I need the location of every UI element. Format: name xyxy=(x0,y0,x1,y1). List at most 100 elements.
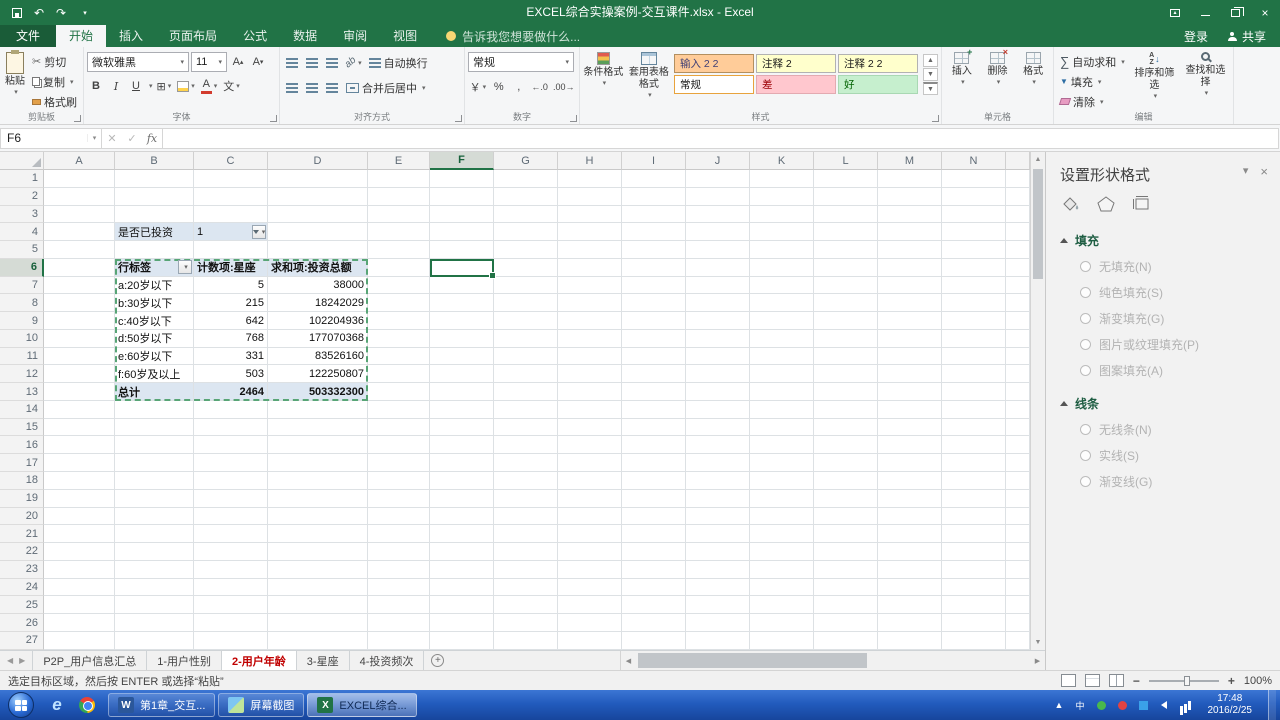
insert-function-button[interactable]: fx xyxy=(142,132,162,145)
grid-cell-J8[interactable] xyxy=(686,294,750,313)
zoom-slider[interactable] xyxy=(1148,675,1219,686)
grid-cell-I1[interactable] xyxy=(622,170,686,188)
grid-cell-B22[interactable] xyxy=(115,543,194,561)
grid-cell-G19[interactable] xyxy=(494,489,558,508)
grid-cell-H12[interactable] xyxy=(558,365,622,384)
grid-cell-A7[interactable] xyxy=(44,276,115,295)
tray-icon-green[interactable] xyxy=(1095,699,1108,712)
section-header[interactable]: 线条 xyxy=(1060,395,1266,412)
grid-cell-G8[interactable] xyxy=(494,294,558,313)
formula-input[interactable] xyxy=(163,127,1279,149)
scroll-down-icon[interactable]: ▼ xyxy=(1031,635,1045,650)
next-sheet-icon[interactable]: ▶ xyxy=(19,656,25,665)
grid-cell-F23[interactable] xyxy=(430,560,494,579)
grid-cell-K22[interactable] xyxy=(750,543,814,561)
grid-cell-L18[interactable] xyxy=(814,472,878,490)
grid-cell[interactable] xyxy=(1006,258,1030,277)
grid-cell-H26[interactable] xyxy=(558,614,622,632)
grid-cell-N25[interactable] xyxy=(942,596,1006,615)
grid-cell[interactable] xyxy=(1006,294,1030,313)
font-size-combo[interactable]: 11 ▾ xyxy=(191,52,227,72)
grid-cell-N15[interactable] xyxy=(942,418,1006,437)
fill-color-button[interactable]: ▾ xyxy=(175,77,197,95)
grid-cell-I21[interactable] xyxy=(622,525,686,544)
grid-cell-E25[interactable] xyxy=(368,596,430,615)
save-button[interactable] xyxy=(8,3,26,23)
grid-cell-K23[interactable] xyxy=(750,560,814,579)
radio-option[interactable]: 图片或纹理填充(P) xyxy=(1080,336,1266,353)
grid-cell-I23[interactable] xyxy=(622,560,686,579)
grid-cell-J15[interactable] xyxy=(686,418,750,437)
style-chip[interactable]: 好 xyxy=(838,75,918,94)
grid-cell-E6[interactable] xyxy=(368,258,430,277)
grid-cell-G9[interactable] xyxy=(494,312,558,330)
grid-cell-C8[interactable]: 215 xyxy=(194,294,268,313)
grid-cell-E20[interactable] xyxy=(368,507,430,526)
align-middle-button[interactable] xyxy=(303,54,321,72)
grid-cell-N4[interactable] xyxy=(942,223,1006,242)
grid-cell-J5[interactable] xyxy=(686,241,750,259)
filter-button[interactable]: ▾ xyxy=(252,224,266,239)
grid-cell-K14[interactable] xyxy=(750,400,814,419)
ribbon-tab[interactable]: 插入 xyxy=(106,25,156,47)
grid-cell-L23[interactable] xyxy=(814,560,878,579)
grid-cell[interactable] xyxy=(1006,543,1030,561)
grid-cell-N20[interactable] xyxy=(942,507,1006,526)
grid-cell[interactable] xyxy=(1006,454,1030,473)
grid-cell-H19[interactable] xyxy=(558,489,622,508)
grid-cell-B23[interactable] xyxy=(115,560,194,579)
scroll-right-icon[interactable]: ▶ xyxy=(1030,657,1045,665)
grid-cell-H14[interactable] xyxy=(558,400,622,419)
column-header-E[interactable]: E xyxy=(368,152,430,170)
format-cells-button[interactable]: 格式 ▾ xyxy=(1016,50,1050,110)
grid-cell-I4[interactable] xyxy=(622,223,686,242)
grid-cell-D11[interactable]: 83526160 xyxy=(268,347,368,366)
grid-cell-B7[interactable]: a:20岁以下 xyxy=(115,276,194,295)
grid-cell-L17[interactable] xyxy=(814,454,878,473)
grid-cell-C9[interactable]: 642 xyxy=(194,312,268,330)
grid-cell-B17[interactable] xyxy=(115,454,194,473)
grid-cell-N9[interactable] xyxy=(942,312,1006,330)
grid-cell-H8[interactable] xyxy=(558,294,622,313)
vertical-scroll-thumb[interactable] xyxy=(1033,169,1043,279)
grid-cell-B26[interactable] xyxy=(115,614,194,632)
grid-cell-F3[interactable] xyxy=(430,205,494,224)
row-header-8[interactable]: 8 xyxy=(0,294,44,313)
grid-cell-D5[interactable] xyxy=(268,241,368,259)
grid-cell-A23[interactable] xyxy=(44,560,115,579)
taskbar-window[interactable]: W 第1章_交互... xyxy=(108,693,216,717)
grid-cell-G1[interactable] xyxy=(494,170,558,188)
grid-cell-I5[interactable] xyxy=(622,241,686,259)
grid-cell[interactable] xyxy=(1006,525,1030,544)
grid-cell-D19[interactable] xyxy=(268,489,368,508)
grid-cell-G2[interactable] xyxy=(494,187,558,206)
name-box[interactable]: F6 ▾ xyxy=(0,127,102,149)
column-header-A[interactable]: A xyxy=(44,152,115,170)
qat-customize-button[interactable]: ▾ xyxy=(76,3,94,23)
grid-cell-C14[interactable] xyxy=(194,400,268,419)
zoom-slider-thumb[interactable] xyxy=(1183,675,1190,686)
grid-cell-A21[interactable] xyxy=(44,525,115,544)
grid-cell-K16[interactable] xyxy=(750,436,814,455)
page-layout-view-button[interactable] xyxy=(1084,674,1100,687)
grid-cell-N5[interactable] xyxy=(942,241,1006,259)
grid-cell-H16[interactable] xyxy=(558,436,622,455)
merge-center-button[interactable]: 合并后居中 ▾ xyxy=(343,78,429,97)
volume-icon[interactable] xyxy=(1158,699,1171,712)
grid-cell-B13[interactable]: 总计 xyxy=(115,383,194,401)
align-center-button[interactable] xyxy=(303,79,321,97)
grid-cell-A3[interactable] xyxy=(44,205,115,224)
grid-cell-L8[interactable] xyxy=(814,294,878,313)
grid-cell-E22[interactable] xyxy=(368,543,430,561)
grid-cell-M6[interactable] xyxy=(878,258,942,277)
grid-cell-K17[interactable] xyxy=(750,454,814,473)
grid-cell-F13[interactable] xyxy=(430,383,494,401)
grid-cell-K15[interactable] xyxy=(750,418,814,437)
conditional-formatting-button[interactable]: 条件格式 ▾ xyxy=(583,50,624,110)
grid-cell-E12[interactable] xyxy=(368,365,430,384)
show-desktop-button[interactable] xyxy=(1268,690,1276,720)
grid-cell-M12[interactable] xyxy=(878,365,942,384)
grid-cell-K8[interactable] xyxy=(750,294,814,313)
grid-cell-M14[interactable] xyxy=(878,400,942,419)
grid-cell-J24[interactable] xyxy=(686,578,750,597)
